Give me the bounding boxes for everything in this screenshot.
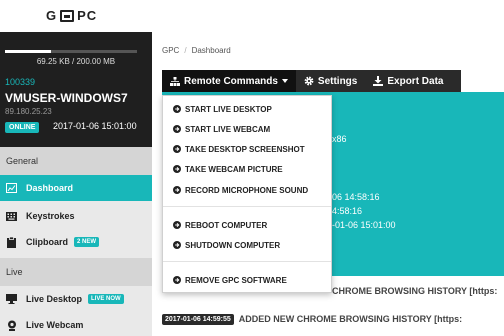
menu-divider [163, 261, 331, 262]
settings-label: Settings [317, 75, 358, 87]
circle-arrow-icon [173, 165, 181, 173]
sidebar-item-clipboard[interactable]: Clipboard 2 NEW [0, 229, 152, 255]
breadcrumb-root[interactable]: GPC [162, 46, 179, 55]
clipboard-icon [6, 236, 17, 248]
sidebar-item-label: Dashboard [26, 183, 74, 193]
export-data-label: Export Data [387, 75, 444, 87]
circle-arrow-icon [173, 276, 181, 284]
logo-text-left: G [46, 8, 58, 23]
download-icon [373, 76, 384, 86]
section-live-label: Live [0, 258, 152, 286]
breadcrumb-separator: / [184, 46, 187, 55]
sidebar-item-label: Live Webcam [26, 320, 84, 330]
circle-arrow-icon [173, 241, 181, 249]
menu-item-label: START LIVE WEBCAM [185, 124, 271, 134]
storage-usage-bar [5, 50, 137, 53]
remote-commands-button[interactable]: Remote Commands [162, 70, 296, 92]
menu-item-shutdown-computer[interactable]: SHUTDOWN COMPUTER [163, 235, 331, 255]
storage-usage-text: 69.25 KB / 200.00 MB [36, 57, 116, 66]
live-now-badge: LIVE NOW [88, 294, 124, 304]
sidebar-item-label: Keystrokes [26, 211, 75, 221]
circle-arrow-icon [173, 221, 181, 229]
menu-item-record-microphone-sound[interactable]: RECORD MICROPHONE SOUND [163, 180, 331, 200]
menu-item-reboot-computer[interactable]: REBOOT COMPUTER [163, 215, 331, 235]
menu-item-label: TAKE WEBCAM PICTURE [185, 164, 283, 174]
gpc-logo[interactable]: G PC [46, 8, 97, 23]
account-hostname: VMUSER-WINDOWS7 [5, 91, 128, 105]
menu-item-label: RECORD MICROPHONE SOUND [185, 185, 309, 195]
info-line: 4:58:16 [332, 206, 363, 216]
account-ip: 89.180.25.23 [5, 107, 52, 116]
sidebar-item-live-desktop[interactable]: Live Desktop LIVE NOW [0, 286, 152, 312]
circle-arrow-icon [173, 125, 181, 133]
webcam-icon [6, 320, 17, 331]
gear-icon [304, 76, 314, 86]
breadcrumb-current: Dashboard [191, 46, 231, 55]
top-bar: G PC [0, 0, 504, 32]
status-badge: ONLINE [5, 122, 40, 133]
menu-item-start-live-desktop[interactable]: START LIVE DESKTOP [163, 99, 331, 119]
menu-item-label: REMOVE GPC SOFTWARE [185, 275, 287, 285]
menu-item-label: REBOOT COMPUTER [185, 220, 268, 230]
sidebar-item-dashboard[interactable]: Dashboard [0, 175, 152, 201]
history-time-badge: 2017-01-06 14:59:55 [162, 313, 234, 325]
history-row[interactable]: 2017-01-06 14:59:55 ADDED NEW CHROME BRO… [162, 306, 504, 332]
circle-arrow-icon [173, 105, 181, 113]
info-line: 06 14:58:16 [332, 192, 380, 202]
sidebar-item-label: Clipboard [26, 237, 68, 247]
keyboard-icon [6, 211, 17, 221]
dashboard-icon [6, 183, 17, 193]
menu-item-take-desktop-screenshot[interactable]: TAKE DESKTOP SCREENSHOT [163, 139, 331, 159]
menu-divider [163, 206, 331, 207]
menu-item-label: TAKE DESKTOP SCREENSHOT [185, 144, 305, 154]
menu-item-remove-gpc-software[interactable]: REMOVE GPC SOFTWARE [163, 270, 331, 290]
settings-button[interactable]: Settings [296, 70, 365, 92]
logo-text-right: PC [77, 8, 98, 23]
remote-commands-label: Remote Commands [184, 75, 278, 87]
caret-down-icon [281, 79, 288, 83]
account-id[interactable]: 100339 [5, 77, 35, 87]
sidebar-item-label: Live Desktop [26, 294, 83, 304]
sitemap-icon [170, 76, 180, 86]
sidebar-item-live-webcam[interactable]: Live Webcam [0, 312, 152, 336]
circle-arrow-icon [173, 186, 181, 194]
remote-commands-menu: START LIVE DESKTOP START LIVE WEBCAM TAK… [162, 95, 332, 293]
storage-usage-fill [5, 50, 51, 53]
menu-item-label: SHUTDOWN COMPUTER [185, 240, 281, 250]
sidebar-item-keystrokes[interactable]: Keystrokes [0, 203, 152, 229]
circle-arrow-icon [173, 145, 181, 153]
menu-item-label: START LIVE DESKTOP [185, 104, 272, 114]
sidebar: 69.25 KB / 200.00 MB 100339 VMUSER-WINDO… [0, 32, 152, 336]
breadcrumb: GPC / Dashboard [162, 46, 231, 55]
info-line: x86 [332, 134, 347, 144]
account-panel: 69.25 KB / 200.00 MB 100339 VMUSER-WINDO… [0, 32, 152, 147]
info-line: -01-06 15:01:00 [332, 220, 396, 230]
command-toolbar: Remote Commands Settings Export Data [162, 70, 461, 92]
monitor-icon [6, 294, 17, 304]
export-data-button[interactable]: Export Data [365, 70, 451, 92]
menu-item-take-webcam-picture[interactable]: TAKE WEBCAM PICTURE [163, 159, 331, 179]
menu-item-start-live-webcam[interactable]: START LIVE WEBCAM [163, 119, 331, 139]
new-count-badge: 2 NEW [74, 237, 100, 247]
section-general-label: General [0, 147, 152, 175]
last-seen-time: 2017-01-06 15:01:00 [53, 121, 137, 131]
history-text: ADDED NEW CHROME BROWSING HISTORY [https… [238, 314, 463, 324]
monitor-logo-icon [60, 9, 75, 22]
